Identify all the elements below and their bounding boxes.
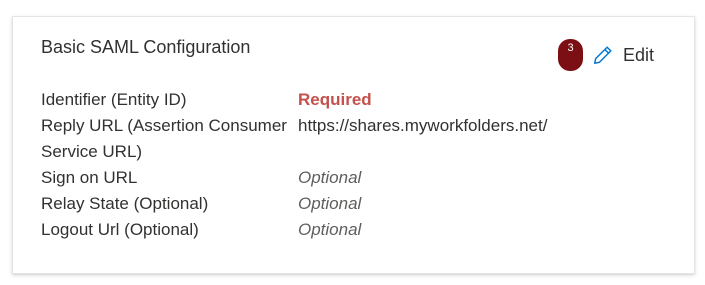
property-row-logout-url: Logout Url (Optional) Optional	[41, 217, 641, 243]
property-list: Identifier (Entity ID) Required Reply UR…	[41, 87, 641, 243]
property-label: Identifier (Entity ID)	[41, 90, 187, 109]
property-value: Optional	[298, 220, 362, 239]
property-row-reply-url: Reply URL (Assertion Consumer Service UR…	[41, 113, 641, 165]
property-label: Sign on URL	[41, 168, 138, 187]
property-value: Optional	[298, 194, 362, 213]
card-title: Basic SAML Configuration	[41, 37, 251, 57]
property-row-identifier: Identifier (Entity ID) Required	[41, 87, 641, 113]
property-value: https://shares.myworkfolders.net/	[298, 116, 548, 135]
property-value: Optional	[298, 168, 362, 187]
property-label: Relay State (Optional)	[41, 194, 209, 213]
property-row-sign-on-url: Sign on URL Optional	[41, 165, 641, 191]
property-label: Logout Url (Optional)	[41, 220, 199, 239]
property-row-relay-state: Relay State (Optional) Optional	[41, 191, 641, 217]
edit-label: Edit	[623, 44, 655, 65]
property-value: Required	[298, 90, 372, 109]
step-badge: 3	[558, 39, 583, 71]
pencil-icon	[594, 46, 612, 64]
saml-config-card: Basic SAML Configuration 3 Edit Identifi…	[12, 16, 695, 274]
edit-button[interactable]: Edit	[592, 44, 654, 66]
property-label: Reply URL (Assertion Consumer Service UR…	[41, 116, 287, 161]
edit-area: 3 Edit	[558, 39, 654, 71]
